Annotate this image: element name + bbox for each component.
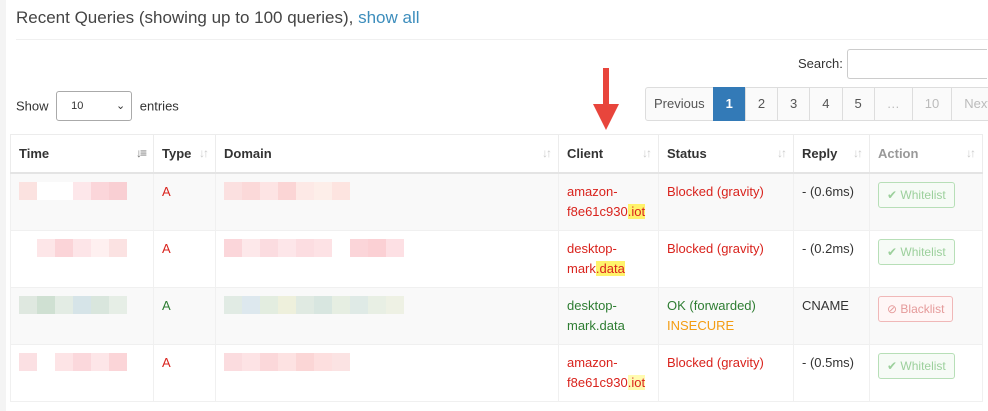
col-client[interactable]: Client ↓↑ [558, 134, 659, 174]
table-header-row: Time ↓≡ Type ↓↑ Domain ↓↑ Client ↓↑ Status ↓↑… [10, 134, 983, 174]
sort-icon: ↓↑ [966, 146, 976, 160]
reply-cell: - (0.2ms) [793, 229, 870, 288]
page-4[interactable]: 4 [809, 87, 843, 121]
domain-cell [215, 172, 559, 231]
redacted-domain [224, 181, 550, 200]
time-cell [10, 229, 154, 288]
ban-icon: ⊘ [887, 301, 898, 316]
client-cell: amazon-f8e61c930.iot [558, 343, 659, 402]
col-reply[interactable]: Reply ↓↑ [793, 134, 870, 174]
time-cell [10, 286, 154, 345]
type-cell: A [153, 172, 216, 231]
type-cell: A [153, 343, 216, 402]
search-label: Search: [798, 56, 843, 71]
redacted-domain [224, 352, 550, 371]
queries-table: Time ↓≡ Type ↓↑ Domain ↓↑ Client ↓↑ Status ↓↑… [10, 134, 983, 402]
col-type[interactable]: Type ↓↑ [153, 134, 216, 174]
col-status[interactable]: Status ↓↑ [658, 134, 794, 174]
time-cell [10, 172, 154, 231]
sort-icon: ↓↑ [642, 146, 652, 160]
redacted-time [19, 352, 145, 371]
redacted-time [19, 295, 145, 314]
domain-cell [215, 286, 559, 345]
col-time[interactable]: Time ↓≡ [10, 134, 154, 174]
page-ellipsis: … [873, 87, 913, 121]
whitelist-button[interactable]: ✔ Whitelist [878, 352, 955, 379]
action-cell: ⊘ Blacklist [869, 286, 983, 345]
red-arrow-down-icon [593, 68, 619, 130]
redacted-domain [224, 295, 550, 314]
col-domain[interactable]: Domain ↓↑ [215, 134, 559, 174]
title-text: Recent Queries (showing up to 100 querie… [16, 8, 359, 27]
reply-cell: - (0.6ms) [793, 172, 870, 231]
client-cell: desktop-mark.data [558, 286, 659, 345]
sort-icon: ↓↑ [853, 146, 863, 160]
length-control: Show 10 ⌄ entries [16, 91, 179, 121]
table-row: A amazon-f8e61c930.iot Blocked (gravity)… [10, 343, 983, 402]
action-cell: ✔ Whitelist [869, 343, 983, 402]
search-input[interactable] [847, 49, 987, 79]
status-cell: Blocked (gravity) [658, 229, 794, 288]
pagination: Previous 1 2 3 4 5 … 10 Next [645, 87, 988, 121]
client-cell: desktop-mark.data [558, 229, 659, 288]
blacklist-button[interactable]: ⊘ Blacklist [878, 295, 954, 322]
box-header: Recent Queries (showing up to 100 querie… [16, 0, 988, 40]
page-1[interactable]: 1 [712, 87, 746, 121]
page-5[interactable]: 5 [841, 87, 875, 121]
page-2[interactable]: 2 [744, 87, 779, 121]
redacted-domain [224, 238, 550, 257]
domain-cell [215, 229, 559, 288]
entries-select-value: 10 [71, 100, 84, 112]
redacted-time [19, 181, 145, 200]
redacted-time [19, 238, 145, 257]
show-label: Show [16, 98, 49, 114]
status-cell: Blocked (gravity) [658, 343, 794, 402]
box-title: Recent Queries (showing up to 100 querie… [16, 8, 420, 28]
action-cell: ✔ Whitelist [869, 172, 983, 231]
show-all-link[interactable]: show all [358, 8, 419, 27]
chevron-down-icon: ⌄ [115, 100, 126, 112]
sort-icon: ↓↑ [777, 146, 787, 160]
status-cell: Blocked (gravity) [658, 172, 794, 231]
check-icon: ✔ [887, 244, 898, 259]
check-icon: ✔ [887, 358, 898, 373]
col-action: Action ↓↑ [869, 134, 983, 174]
client-cell: amazon-f8e61c930.iot [558, 172, 659, 231]
table-row: A desktop-mark.data OK (forwarded) INSECU… [10, 286, 983, 345]
sort-icon: ↓↑ [199, 146, 209, 160]
whitelist-button[interactable]: ✔ Whitelist [878, 181, 955, 208]
check-icon: ✔ [887, 187, 898, 202]
status-cell: OK (forwarded) INSECURE [658, 286, 794, 345]
page-10[interactable]: 10 [911, 87, 953, 121]
domain-cell [215, 343, 559, 402]
previous-button[interactable]: Previous [645, 87, 714, 121]
time-cell [10, 343, 154, 402]
type-cell: A [153, 286, 216, 345]
next-button[interactable]: Next [951, 87, 988, 121]
table-row: A desktop-mark.data Blocked (gravity) - … [10, 229, 983, 288]
reply-cell: CNAME [793, 286, 870, 345]
sort-icon: ↓↑ [542, 146, 552, 160]
table-row: A amazon-f8e61c930.iot Blocked (gravity)… [10, 172, 983, 231]
whitelist-button[interactable]: ✔ Whitelist [878, 238, 955, 265]
action-cell: ✔ Whitelist [869, 229, 983, 288]
page-3[interactable]: 3 [777, 87, 811, 121]
entries-select[interactable]: 10 ⌄ [56, 91, 133, 121]
type-cell: A [153, 229, 216, 288]
reply-cell: - (0.5ms) [793, 343, 870, 402]
sort-desc-icon: ↓≡ [135, 146, 147, 160]
entries-label: entries [139, 98, 179, 114]
